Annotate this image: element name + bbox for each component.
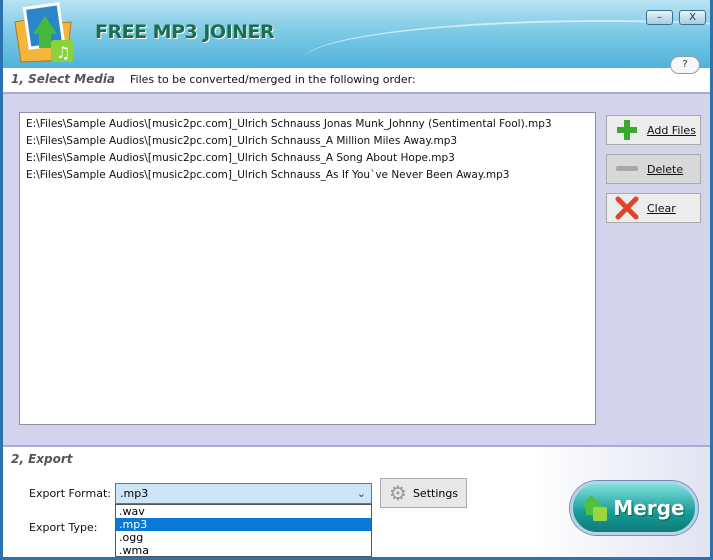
title-banner: ♫ FREE MP3 JOINER – X [3, 0, 710, 68]
list-item[interactable]: E:\Files\Sample Audios\[music2pc.com]_Ul… [26, 133, 589, 150]
plus-icon [617, 120, 637, 140]
delete-button[interactable]: Delete [606, 154, 701, 184]
export-format-dropdown: .wav .mp3 .ogg .wma [115, 504, 372, 557]
svg-text:♫: ♫ [56, 43, 70, 62]
minus-icon [616, 166, 638, 171]
merge-label: Merge [613, 496, 685, 520]
main-window: ♫ FREE MP3 JOINER – X 1, Select Media Fi… [0, 0, 713, 560]
export-type-label: Export Type: [29, 521, 98, 534]
help-button[interactable]: ? [670, 56, 700, 74]
section-heading: 1, Select Media [11, 72, 116, 86]
delete-label: Delete [647, 162, 684, 176]
clear-label: Clear [647, 201, 676, 215]
dropdown-option[interactable]: .wav [116, 505, 371, 518]
settings-button[interactable]: ⚙ Settings [380, 478, 467, 508]
app-logo-icon: ♫ [14, 2, 73, 63]
minimize-button[interactable]: – [646, 10, 673, 25]
list-item[interactable]: E:\Files\Sample Audios\[music2pc.com]_Ul… [26, 150, 589, 167]
dropdown-option[interactable]: .wma [116, 544, 371, 557]
instruction-text: Files to be converted/merged in the foll… [130, 73, 416, 86]
list-item[interactable]: E:\Files\Sample Audios\[music2pc.com]_Ul… [26, 167, 589, 184]
close-button[interactable]: X [679, 10, 706, 25]
app-title: FREE MP3 JOINER [95, 21, 275, 43]
clear-button[interactable]: Clear [606, 193, 701, 223]
list-item[interactable]: E:\Files\Sample Audios\[music2pc.com]_Ul… [26, 116, 589, 133]
file-list[interactable]: E:\Files\Sample Audios\[music2pc.com]_Ul… [19, 112, 596, 425]
dropdown-option-selected[interactable]: .mp3 [116, 518, 371, 531]
export-format-label: Export Format: [29, 487, 111, 500]
select-media-header: 1, Select Media Files to be converted/me… [3, 56, 710, 94]
merge-arrow-icon [583, 495, 608, 521]
export-format-value: .mp3 [120, 487, 149, 500]
export-format-select[interactable]: .mp3 ⌄ [115, 483, 372, 504]
section-heading: 2, Export [11, 452, 73, 466]
settings-label: Settings [412, 486, 459, 500]
dropdown-option[interactable]: .ogg [116, 531, 371, 544]
chevron-down-icon: ⌄ [356, 487, 366, 500]
x-icon [615, 196, 639, 220]
merge-button[interactable]: Merge [570, 481, 698, 535]
add-files-label: Add Files [647, 123, 696, 137]
add-files-button[interactable]: Add Files [606, 115, 701, 145]
banner-swoosh [303, 20, 710, 68]
gear-icon: ⚙ [389, 481, 407, 505]
